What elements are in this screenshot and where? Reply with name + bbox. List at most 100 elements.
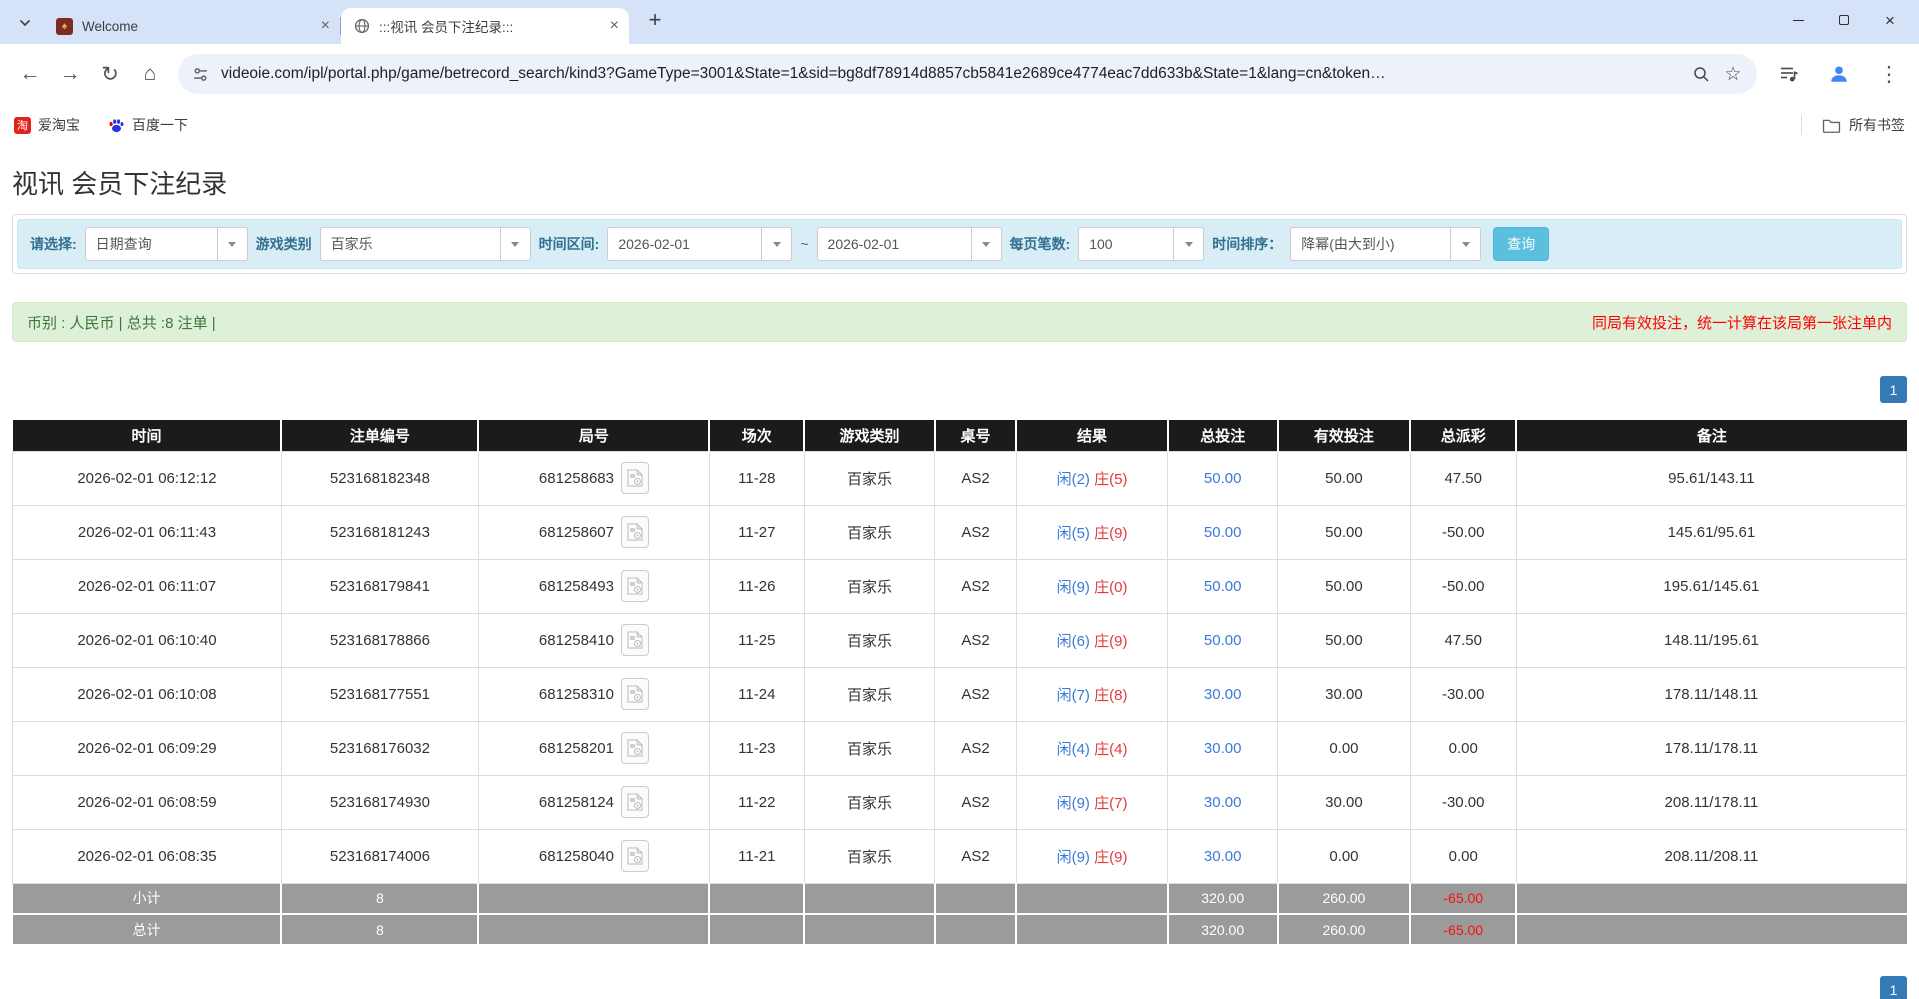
subtotal-empty-cell [935, 883, 1016, 914]
video-replay-button[interactable] [621, 786, 649, 818]
total-empty-cell [709, 914, 804, 945]
result-banker: 庄(9) [1094, 849, 1127, 866]
total-bet-link[interactable]: 30.00 [1204, 848, 1242, 865]
cell-payout: 0.00 [1410, 721, 1516, 775]
column-header-7: 总投注 [1168, 420, 1278, 451]
minimize-button[interactable] [1775, 0, 1821, 40]
video-replay-button[interactable] [621, 732, 649, 764]
time-sort-dropdown[interactable]: 降幂(由大到小) [1290, 227, 1481, 261]
video-replay-button[interactable] [621, 678, 649, 710]
bookmark-baidu[interactable]: 百度一下 [108, 115, 188, 135]
subtotal-empty-cell [1516, 883, 1906, 914]
bookmark-label: 百度一下 [132, 115, 188, 135]
home-button[interactable]: ⌂ [130, 54, 170, 94]
date-from-dropdown[interactable]: 2026-02-01 [607, 227, 792, 261]
video-replay-button[interactable] [621, 570, 649, 602]
round-number: 681258124 [539, 794, 614, 811]
tab-bet-records[interactable]: :::视讯 会员下注纪录::: × [341, 8, 629, 44]
total-bet-link[interactable]: 30.00 [1204, 794, 1242, 811]
cell-bet-id: 523168177551 [281, 667, 478, 721]
media-controls-icon[interactable] [1769, 54, 1809, 94]
video-file-icon [627, 847, 643, 865]
time-sort-value: 降幂(由大到小) [1291, 228, 1450, 260]
forward-button[interactable]: → [50, 54, 90, 94]
column-header-2: 局号 [478, 420, 709, 451]
cell-note: 178.11/178.11 [1516, 721, 1906, 775]
zoom-icon[interactable] [1685, 58, 1717, 90]
cell-table-number: AS2 [935, 613, 1016, 667]
cell-table-number: AS2 [935, 775, 1016, 829]
browser-tab-strip: ♠ Welcome × :::视讯 会员下注纪录::: × + × [0, 0, 1919, 44]
cell-note: 95.61/143.11 [1516, 451, 1906, 505]
cell-bet-id: 523168182348 [281, 451, 478, 505]
video-replay-button[interactable] [621, 840, 649, 872]
result-banker: 庄(5) [1094, 471, 1127, 488]
cell-valid-bet: 50.00 [1278, 451, 1411, 505]
round-number: 681258493 [539, 578, 614, 595]
tab-close-icon[interactable]: × [321, 18, 330, 34]
back-button[interactable]: ← [10, 54, 50, 94]
date-to-dropdown[interactable]: 2026-02-01 [817, 227, 1002, 261]
cell-payout: -30.00 [1410, 667, 1516, 721]
total-bet-link[interactable]: 50.00 [1204, 470, 1242, 487]
tab-search-chevron-button[interactable] [10, 8, 40, 38]
page-1-button[interactable]: 1 [1880, 976, 1907, 999]
video-replay-button[interactable] [621, 516, 649, 548]
cell-valid-bet: 30.00 [1278, 775, 1411, 829]
url-text[interactable]: videoie.com/ipl/portal.php/game/betrecor… [221, 65, 1685, 83]
subtotal-count: 8 [281, 883, 478, 914]
close-button[interactable]: × [1867, 0, 1913, 40]
cell-session: 11-25 [709, 613, 804, 667]
result-player: 闲(9) [1057, 849, 1090, 866]
menu-dots-icon[interactable]: ⋮ [1869, 54, 1909, 94]
cell-round: 681258607 [478, 505, 709, 559]
tab-welcome[interactable]: ♠ Welcome × [44, 8, 340, 44]
cell-game-type: 百家乐 [804, 613, 935, 667]
total-bet-link[interactable]: 30.00 [1204, 740, 1242, 757]
bookmark-aitaobao[interactable]: 淘 爱淘宝 [14, 115, 80, 135]
bookmark-star-icon[interactable]: ☆ [1717, 58, 1749, 90]
maximize-button[interactable] [1821, 0, 1867, 40]
total-valid-bet: 260.00 [1278, 914, 1411, 945]
total-bet-link[interactable]: 50.00 [1204, 578, 1242, 595]
video-replay-button[interactable] [621, 462, 649, 494]
total-bet-link[interactable]: 50.00 [1204, 524, 1242, 541]
tab-close-icon[interactable]: × [610, 18, 619, 34]
search-button[interactable]: 查询 [1493, 227, 1549, 261]
total-bet-link[interactable]: 50.00 [1204, 632, 1242, 649]
baidu-paw-icon [108, 117, 125, 134]
reload-button[interactable]: ↻ [90, 54, 130, 94]
column-header-10: 备注 [1516, 420, 1906, 451]
cell-time: 2026-02-01 06:09:29 [13, 721, 282, 775]
video-file-icon [627, 469, 643, 487]
new-tab-button[interactable]: + [641, 6, 669, 34]
cell-total-bet: 30.00 [1168, 829, 1278, 883]
column-header-0: 时间 [13, 420, 282, 451]
game-type-dropdown[interactable]: 百家乐 [320, 227, 531, 261]
result-player: 闲(5) [1057, 525, 1090, 542]
cell-table-number: AS2 [935, 829, 1016, 883]
all-bookmarks[interactable]: 所有书签 [1801, 115, 1905, 135]
cell-session: 11-26 [709, 559, 804, 613]
total-bet-link[interactable]: 30.00 [1204, 686, 1242, 703]
all-bookmarks-label: 所有书签 [1849, 115, 1905, 135]
address-bar[interactable]: videoie.com/ipl/portal.php/game/betrecor… [178, 54, 1757, 94]
globe-favicon [353, 18, 370, 35]
maximize-icon [1839, 15, 1849, 25]
query-type-dropdown[interactable]: 日期查询 [85, 227, 248, 261]
cell-session: 11-22 [709, 775, 804, 829]
cell-valid-bet: 50.00 [1278, 613, 1411, 667]
result-player: 闲(9) [1057, 579, 1090, 596]
cell-result: 闲(9) 庄(0) [1016, 559, 1168, 613]
cell-total-bet: 30.00 [1168, 775, 1278, 829]
video-replay-button[interactable] [621, 624, 649, 656]
dropdown-arrow-icon [1173, 228, 1203, 260]
date-range-tilde: ~ [800, 236, 808, 252]
page-1-button[interactable]: 1 [1880, 376, 1907, 403]
video-file-icon [627, 685, 643, 703]
round-number: 681258310 [539, 686, 614, 703]
profile-avatar[interactable] [1819, 54, 1859, 94]
cell-table-number: AS2 [935, 505, 1016, 559]
page-size-dropdown[interactable]: 100 [1078, 227, 1204, 261]
site-settings-icon[interactable] [192, 66, 209, 83]
